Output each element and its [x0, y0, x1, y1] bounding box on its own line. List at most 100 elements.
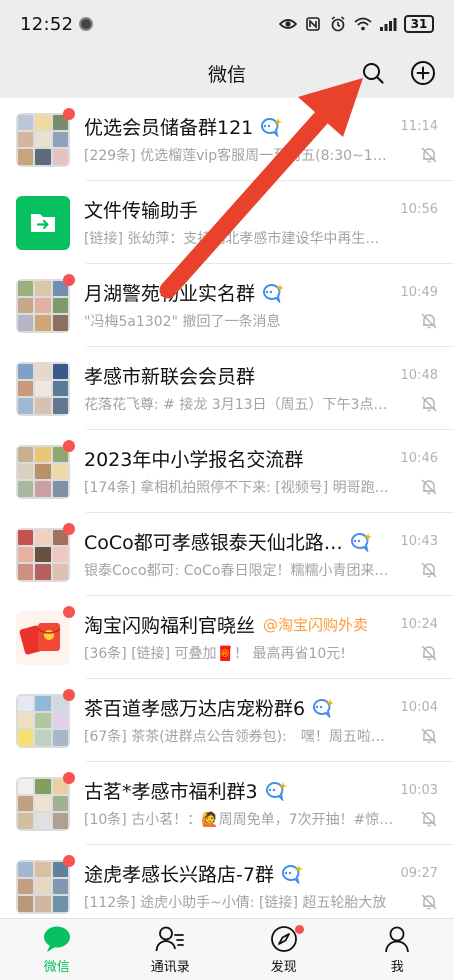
chat-preview: [67条] 茶茶(进群点公告领券包): 嘿！周五啦… — [84, 728, 385, 745]
signal-icon — [379, 17, 397, 31]
chat-avatar — [16, 439, 75, 499]
member-avatar — [52, 315, 68, 331]
status-time: 12:52 — [20, 13, 74, 35]
mute-indicator — [420, 893, 438, 911]
ai-badge — [311, 698, 335, 718]
member-avatar — [18, 546, 34, 563]
mute-bell-icon — [421, 312, 437, 329]
mute-indicator — [420, 644, 438, 662]
chat-time: 11:14 — [400, 119, 438, 134]
unread-dot — [63, 771, 75, 784]
chat-time: 10:56 — [400, 202, 438, 217]
chat-list-item[interactable]: CoCo都可孝感银泰天仙北路… 10:43 银泰Coco都可: CoCo春日限定！糯… — [0, 513, 454, 596]
tab-contacts[interactable]: 通讯录 — [114, 919, 228, 980]
alarm-icon — [329, 16, 347, 32]
tab-chats[interactable]: 微信 — [0, 919, 114, 980]
chat-avatar — [16, 854, 75, 914]
chat-time: 10:49 — [400, 285, 438, 300]
mute-bell-icon — [421, 727, 437, 744]
member-avatar — [35, 813, 51, 829]
nfc-icon — [304, 17, 322, 31]
member-avatar — [18, 297, 34, 314]
chat-time: 09:27 — [400, 866, 438, 881]
chat-name: 优选会员储备群121 — [84, 117, 254, 139]
member-avatar — [35, 695, 51, 711]
plus-circle-icon — [411, 61, 435, 85]
chat-avatar — [16, 771, 75, 831]
mute-indicator — [420, 727, 438, 745]
unread-dot — [63, 107, 75, 120]
chat-preview: 花落花飞尊: # 接龙 3月13日（周五）下午3点… — [84, 396, 388, 413]
member-avatar — [18, 149, 34, 165]
chat-list[interactable]: 优选会员储备群121 11:14 [229条] 优选榴莲vip客服周一至周五(8:3… — [0, 98, 454, 918]
chat-list-item[interactable]: 孝感市新联会会员群 10:48 花落花飞尊: # 接龙 3月13日（周五）下午3点… — [0, 347, 454, 430]
chat-body: 途虎孝感长兴路店-7群 09:27 [112条] 途虎小助手~小倩: [链接] 超五… — [84, 860, 454, 914]
member-avatar — [52, 795, 68, 812]
chat-body: 优选会员储备群121 11:14 [229条] 优选榴莲vip客服周一至周五(8:3… — [84, 113, 454, 167]
member-avatar — [18, 280, 34, 296]
member-avatar — [18, 695, 34, 711]
contacts-icon — [155, 926, 185, 951]
member-avatar — [35, 861, 51, 877]
search-icon — [363, 63, 384, 84]
chat-list-item[interactable]: 2023年中小学报名交流群 10:46 [174条] 拿相机拍照停不下来: [视频号… — [0, 430, 454, 513]
chat-preview: [229条] 优选榴莲vip客服周一至周五(8:30~17:3… — [84, 147, 394, 164]
member-avatar — [35, 315, 51, 331]
member-avatar — [18, 114, 34, 130]
chat-avatar — [16, 361, 70, 416]
member-avatar — [18, 896, 34, 912]
member-avatar — [35, 380, 51, 397]
chat-name: 月湖警苑物业实名群 — [84, 283, 256, 305]
mute-bell-icon — [421, 395, 437, 412]
chat-avatar — [16, 688, 75, 748]
chat-list-item[interactable]: 古茗*孝感市福利群3 10:03 [10条] 古小茗！：🙋周周免单，7次开抽！#惊… — [0, 762, 454, 845]
member-avatar — [35, 363, 51, 379]
member-avatar — [52, 380, 68, 397]
search-button[interactable] — [358, 58, 388, 88]
chat-avatar — [16, 107, 75, 167]
discover-unread-dot — [295, 925, 305, 934]
chat-list-item[interactable]: 途虎孝感长兴路店-7群 09:27 [112条] 途虎小助手~小倩: [链接] 超五… — [0, 845, 454, 918]
tab-me[interactable]: 我 — [341, 919, 454, 980]
chat-time: 10:24 — [400, 617, 438, 632]
member-avatar — [35, 529, 51, 545]
member-avatar — [52, 546, 68, 563]
compass-icon — [270, 925, 297, 952]
member-avatar — [52, 149, 68, 165]
ai-chat-badge-icon — [313, 698, 335, 718]
ai-chat-badge-icon — [350, 532, 372, 552]
chat-body: 文件传输助手 10:56 [链接] 张幼萍：支持湖北孝感市建设华中再生… — [84, 196, 454, 250]
chat-name: 孝感市新联会会员群 — [84, 366, 256, 388]
member-avatar — [35, 398, 51, 414]
unread-dot — [63, 854, 75, 867]
chat-list-item[interactable]: 文件传输助手 10:56 [链接] 张幼萍：支持湖北孝感市建设华中再生… — [0, 181, 454, 264]
chat-list-item[interactable]: 优选会员储备群121 11:14 [229条] 优选榴莲vip客服周一至周五(8:3… — [0, 98, 454, 181]
add-button[interactable] — [408, 58, 438, 88]
chat-time: 10:48 — [400, 368, 438, 383]
member-avatar — [52, 730, 68, 746]
chat-body: CoCo都可孝感银泰天仙北路… 10:43 银泰Coco都可: CoCo春日限定！糯… — [84, 528, 454, 582]
chat-list-item[interactable]: 月湖警苑物业实名群 10:49 "冯梅5a1302" 撤回了一条消息 — [0, 264, 454, 347]
chat-name: 文件传输助手 — [84, 200, 199, 222]
member-avatar — [18, 730, 34, 746]
tab-label: 发现 — [270, 959, 297, 975]
ai-chat-badge-icon — [281, 864, 303, 884]
group-avatar-grid — [16, 527, 70, 582]
member-avatar — [35, 463, 51, 480]
tab-discover[interactable]: 发现 — [227, 919, 341, 980]
member-avatar — [35, 564, 51, 580]
chat-time: 10:04 — [400, 700, 438, 715]
group-avatar-grid — [16, 444, 70, 499]
member-avatar — [35, 778, 51, 794]
tab-label: 微信 — [43, 959, 70, 975]
ai-chat-badge-icon — [263, 283, 285, 303]
member-avatar — [52, 481, 68, 497]
mute-bell-icon — [421, 644, 437, 661]
ai-badge — [349, 532, 373, 552]
chat-preview: [112条] 途虎小助手~小倩: [链接] 超五轮胎大放 — [84, 894, 387, 911]
chat-list-item[interactable]: 淘宝闪购福利官晓丝 @淘宝闪购外卖 10:24 [36条] [链接] 可叠加🧧！ 最高… — [0, 596, 454, 679]
red-packet-icon — [19, 622, 61, 654]
ai-badge — [261, 283, 285, 303]
chat-list-item[interactable]: 茶百道孝感万达店宠粉群6 10:04 [67条] 茶茶(进群点公告领券包): 嘿！周… — [0, 679, 454, 762]
chat-name-tag: @淘宝闪购外卖 — [263, 616, 369, 634]
